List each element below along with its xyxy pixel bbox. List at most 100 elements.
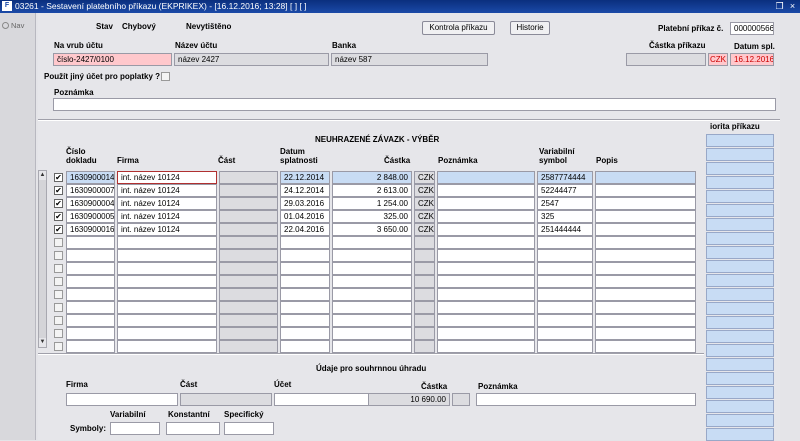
summary-firma-field[interactable] [66,393,178,406]
table-row[interactable] [38,288,704,301]
variabilni-field[interactable] [110,422,160,435]
cell-firma[interactable]: int. název 10124 [117,197,217,210]
cell-cislo-dokladu[interactable]: 1630900016 [66,223,115,236]
row-checkbox[interactable] [54,290,63,299]
cell-firma[interactable] [117,301,217,314]
priorita-cell[interactable] [706,316,774,329]
cell-cislo-dokladu[interactable] [66,288,115,301]
cell-cislo-dokladu[interactable] [66,340,115,353]
table-row[interactable]: ✔ 1630900014 int. název 10124 22.12.2014 2 8… [38,171,704,184]
cell-castka[interactable] [332,249,412,262]
castka-prikazu-field[interactable] [626,53,706,66]
row-checkbox[interactable] [54,238,63,247]
cell-popis[interactable] [595,275,696,288]
row-checkbox[interactable] [54,277,63,286]
row-checkbox[interactable]: ✔ [54,212,63,221]
priorita-cell[interactable] [706,344,774,357]
cell-datum[interactable]: 24.12.2014 [280,184,330,197]
cell-vs[interactable] [537,249,593,262]
na-vrub-uctu-field[interactable]: číslo-2427/0100 [53,53,172,66]
cell-vs[interactable] [537,301,593,314]
cell-poznamka[interactable] [437,236,535,249]
cell-mena[interactable]: CZK [414,223,435,236]
cell-mena[interactable] [414,301,435,314]
poznamka-field[interactable] [53,98,776,111]
cell-datum[interactable] [280,314,330,327]
priorita-cell[interactable] [706,372,774,385]
cell-popis[interactable] [595,288,696,301]
cell-castka[interactable] [332,340,412,353]
cell-vs[interactable]: 2587774444 [537,171,593,184]
cell-firma[interactable] [117,288,217,301]
table-row[interactable] [38,327,704,340]
priorita-cell[interactable] [706,358,774,371]
priorita-cell[interactable] [706,414,774,427]
cell-firma[interactable]: int. název 10124 [117,223,217,236]
summary-poznamka-field[interactable] [476,393,696,406]
datum-spl-field[interactable]: 16.12.2016 [730,53,774,66]
cell-poznamka[interactable] [437,340,535,353]
cell-datum[interactable] [280,327,330,340]
row-checkbox[interactable]: ✔ [54,199,63,208]
cell-castka[interactable]: 1 254.00 [332,197,412,210]
cell-vs[interactable]: 2547 [537,197,593,210]
cell-castka[interactable]: 3 650.00 [332,223,412,236]
cell-poznamka[interactable] [437,223,535,236]
cell-mena[interactable] [414,340,435,353]
cell-cislo-dokladu[interactable]: 1630900007 [66,184,115,197]
cell-vs[interactable]: 251444444 [537,223,593,236]
summary-cast-field[interactable] [180,393,272,406]
priorita-cell[interactable] [706,274,774,287]
cell-popis[interactable] [595,197,696,210]
cell-cast[interactable] [219,314,278,327]
priorita-cell[interactable] [706,386,774,399]
cell-vs[interactable] [537,327,593,340]
cell-cislo-dokladu[interactable] [66,275,115,288]
cell-vs[interactable]: 325 [537,210,593,223]
cell-firma[interactable]: int. název 10124 [117,210,217,223]
cell-castka[interactable] [332,301,412,314]
cell-datum[interactable] [280,262,330,275]
cell-mena[interactable] [414,275,435,288]
priorita-cell[interactable] [706,148,774,161]
summary-mena-field[interactable] [452,393,470,406]
cell-poznamka[interactable] [437,314,535,327]
priorita-cell[interactable] [706,162,774,175]
table-row[interactable] [38,301,704,314]
cell-poznamka[interactable] [437,249,535,262]
cell-popis[interactable] [595,184,696,197]
konstantni-field[interactable] [166,422,220,435]
cell-cislo-dokladu[interactable]: 1630900004 [66,197,115,210]
cell-poznamka[interactable] [437,262,535,275]
table-row[interactable]: ✔ 1630900007 int. název 10124 24.12.2014 2 6… [38,184,704,197]
cell-mena[interactable] [414,262,435,275]
cell-cislo-dokladu[interactable] [66,314,115,327]
cell-cislo-dokladu[interactable] [66,262,115,275]
table-row[interactable] [38,340,704,353]
cell-cast[interactable] [219,327,278,340]
mena-field[interactable]: CZK [708,53,728,66]
cell-vs[interactable] [537,340,593,353]
cell-cast[interactable] [219,275,278,288]
cell-poznamka[interactable] [437,197,535,210]
cell-castka[interactable]: 2 613.00 [332,184,412,197]
table-row[interactable]: ✔ 1630900004 int. název 10124 29.03.2016 1 2… [38,197,704,210]
cell-vs[interactable] [537,262,593,275]
platebni-prikaz-field[interactable]: 0000005664 [730,22,774,35]
table-row[interactable] [38,275,704,288]
row-checkbox[interactable]: ✔ [54,173,63,182]
cell-popis[interactable] [595,262,696,275]
cell-cislo-dokladu[interactable] [66,249,115,262]
cell-mena[interactable] [414,327,435,340]
table-row[interactable]: ✔ 1630900005 int. název 10124 01.04.2016 325… [38,210,704,223]
cell-vs[interactable]: 52244477 [537,184,593,197]
cell-cast[interactable] [219,262,278,275]
kontrola-prikazu-button[interactable]: Kontrola příkazu [422,21,495,35]
close-icon[interactable]: × [787,1,798,11]
cell-firma[interactable] [117,314,217,327]
priorita-cell[interactable] [706,176,774,189]
priorita-cell[interactable] [706,134,774,147]
cell-popis[interactable] [595,171,696,184]
cell-cislo-dokladu[interactable] [66,301,115,314]
cell-firma[interactable] [117,340,217,353]
